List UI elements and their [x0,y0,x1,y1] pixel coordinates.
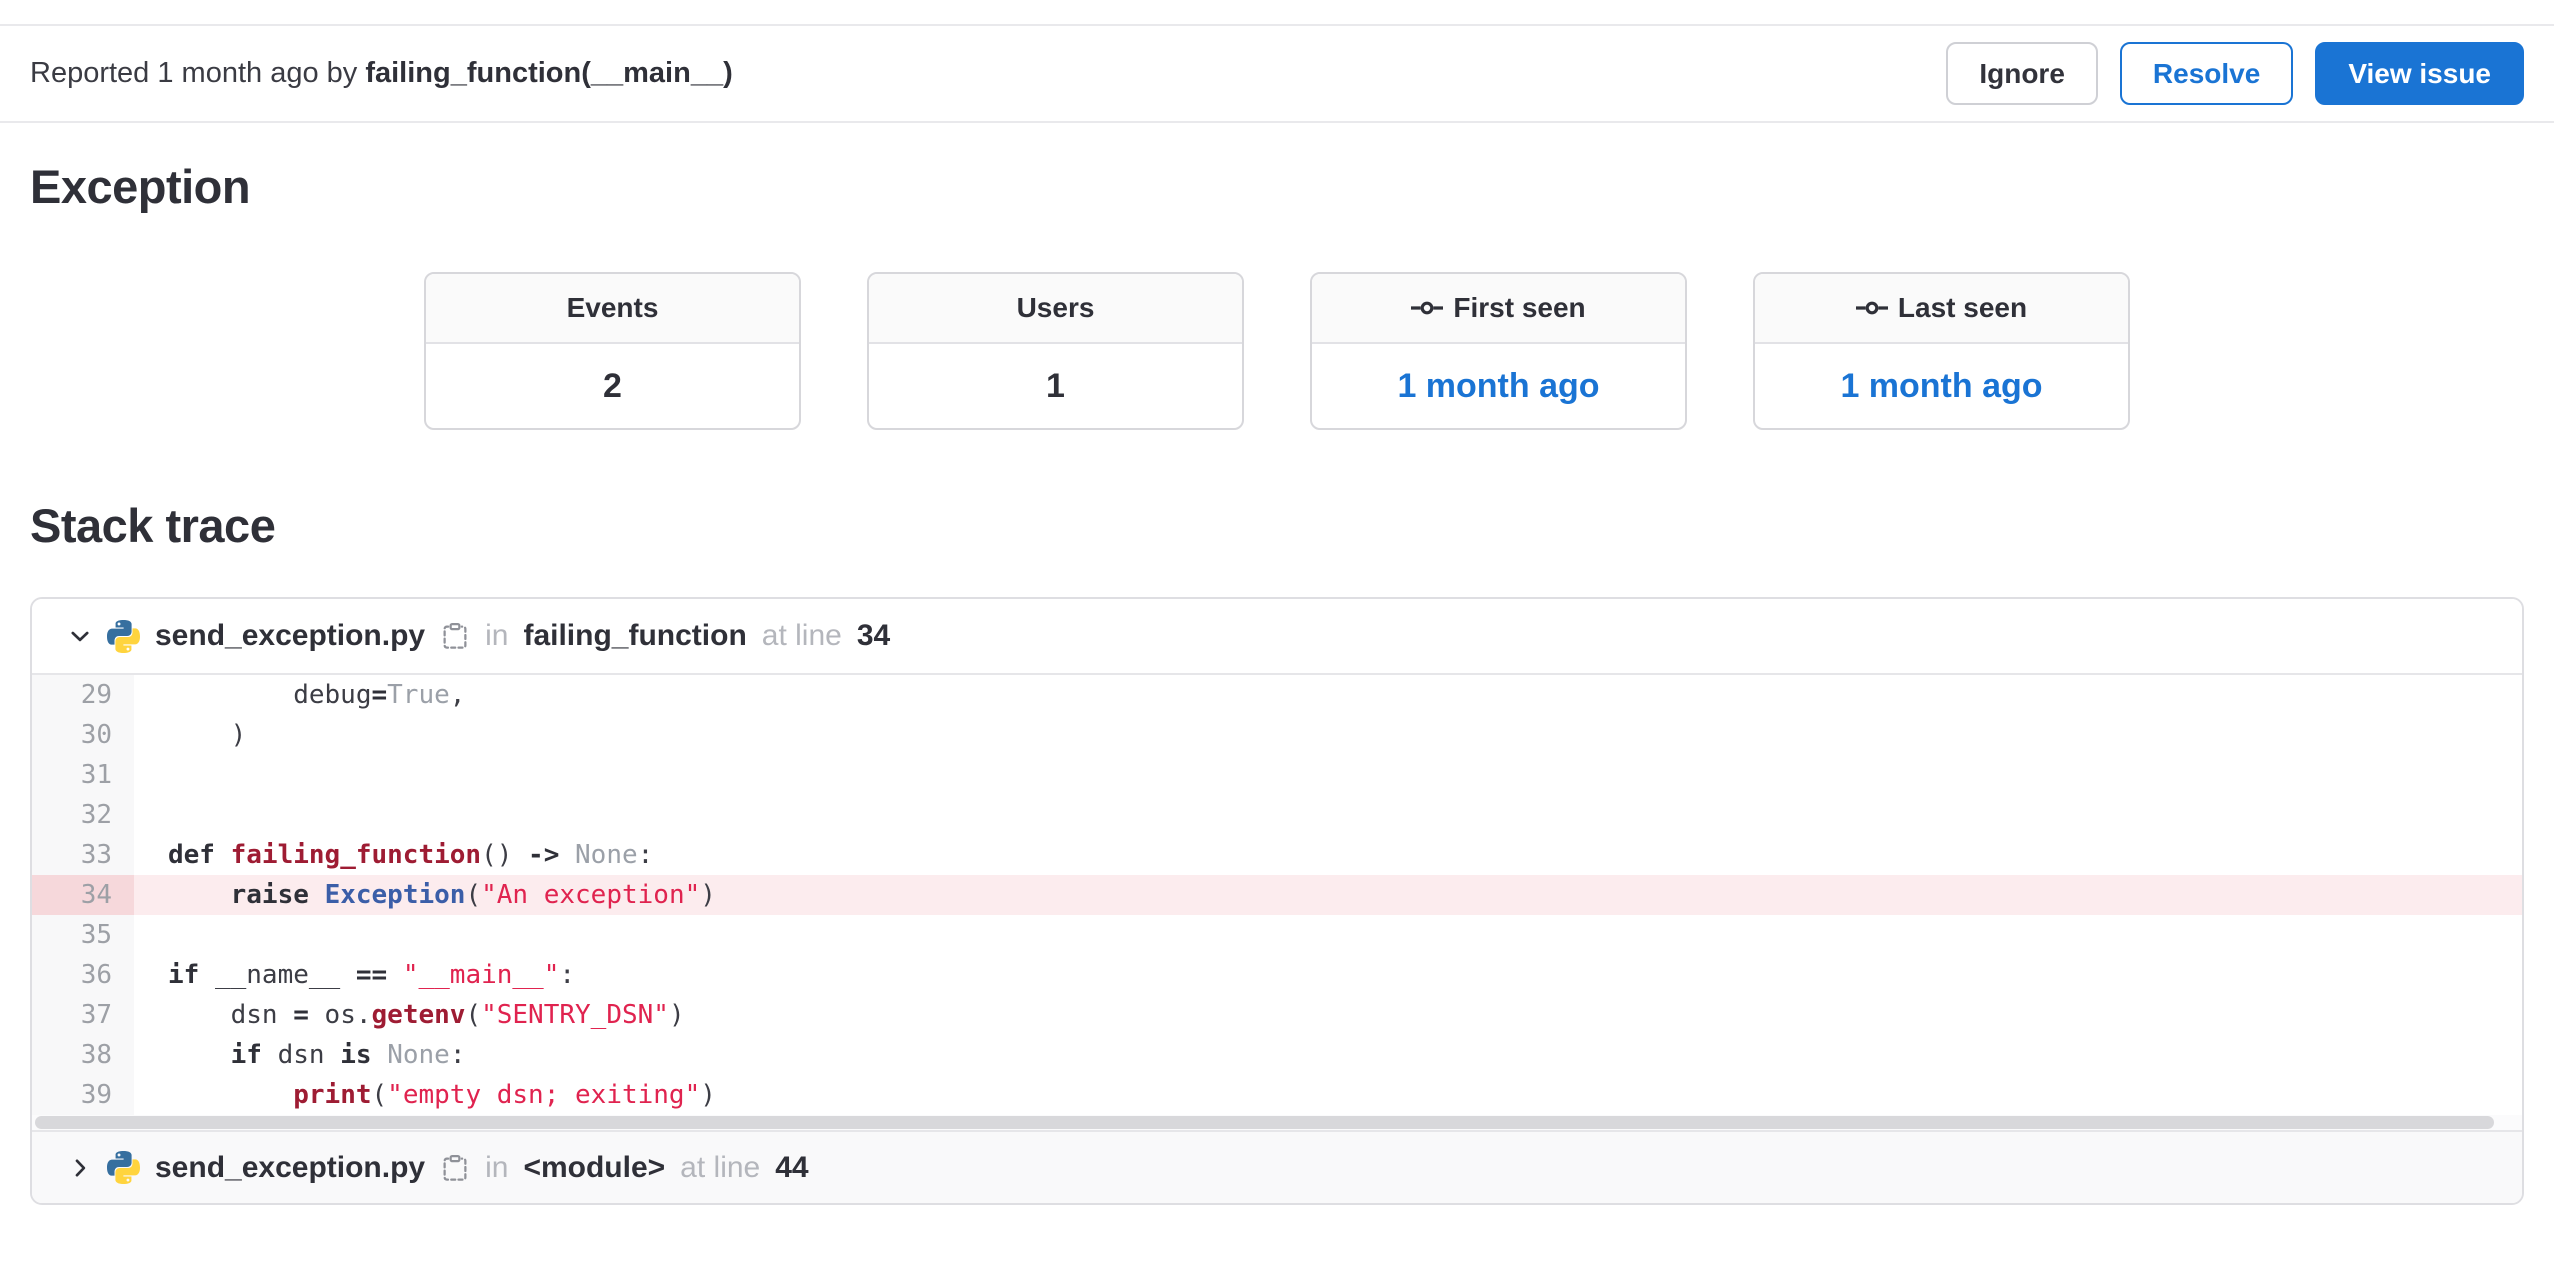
python-icon [107,1151,140,1184]
frame-line-number: 34 [856,619,891,652]
copy-icon[interactable] [440,1153,470,1183]
copy-icon[interactable] [440,621,470,651]
code-line: 37 dsn = os.getenv("SENTRY_DSN") [32,995,2522,1035]
stack-frame-header-expanded[interactable]: send_exception.py in failing_function at… [32,599,2522,675]
stat-value[interactable]: 1 month ago [1755,344,2128,428]
line-number: 30 [32,715,134,755]
stat-value: 2 [603,366,622,405]
stat-card: First seen 1 month ago [1310,272,1687,430]
code-line: 38 if dsn is None: [32,1035,2522,1075]
scrollbar-thumb[interactable] [35,1116,2494,1129]
code-line: 29 debug=True, [32,675,2522,715]
code-line: 36 if __name__ == "__main__": [32,955,2522,995]
stat-label: First seen [1453,292,1586,323]
frame-function: <module> [523,1150,666,1184]
stat-label: Last seen [1897,292,2028,323]
line-number: 29 [32,675,134,715]
code-line: 33 def failing_function() -> None: [32,835,2522,875]
stat-card: Users 1 [867,272,1244,430]
chevron-down-icon[interactable] [68,624,92,648]
stat-value: 1 [1046,366,1065,405]
line-number: 31 [32,755,134,795]
code-line: 30 ) [32,715,2522,755]
view-issue-button[interactable]: View issue [2315,42,2524,105]
reported-text: Reported 1 month ago by failing_function… [30,57,733,90]
code-line: 35 [32,915,2522,955]
stack-frame-header-collapsed[interactable]: send_exception.py in <module> at line 44 [32,1130,2522,1203]
code-text: debug=True, [168,680,466,710]
frame-at-label: at line [680,1150,761,1184]
code-line-highlighted: 34 raise Exception("An exception") [32,875,2522,915]
line-number: 36 [32,955,134,995]
code-text: def failing_function() -> None: [168,840,654,870]
line-number: 34 [32,875,134,915]
resolve-button[interactable]: Resolve [2119,42,2294,105]
stats-row: Events 2 Users 1 First seen 1 month ago [0,272,2554,430]
line-number: 38 [32,1035,134,1075]
code-line: 32 [32,795,2522,835]
exception-title: Exception [30,160,251,213]
frame-in-label: in [485,619,509,652]
stat-value[interactable]: 1 month ago [1312,344,1685,428]
stat-card-header: First seen [1312,274,1685,344]
code-block: 29 debug=True, 30 ) 31 32 33 def failing_func… [32,675,2522,1115]
line-number: 33 [32,835,134,875]
frame-function: failing_function [523,619,747,652]
stat-card-header: Users [869,274,1242,344]
frame-in-label: in [485,1150,509,1184]
stat-card-header: Last seen [1755,274,2128,344]
culprit: failing_function(__main__) [365,57,733,89]
code-text: print("empty dsn; exiting") [293,1080,716,1110]
frame-filename: send_exception.py [155,1150,426,1184]
code-text: dsn = os.getenv("SENTRY_DSN") [168,1000,685,1030]
report-header: Reported 1 month ago by failing_function… [0,26,2554,123]
commit-icon [1855,292,1888,324]
line-number: 39 [32,1075,134,1115]
code-text: if __name__ == "__main__": [168,960,576,990]
action-buttons: Ignore Resolve View issue [1946,42,2524,105]
commit-icon [1411,292,1444,324]
stat-card: Events 2 [424,272,801,430]
stat-card: Last seen 1 month ago [1753,272,2130,430]
frame-line-number: 44 [775,1150,809,1184]
code-text: raise Exception("An exception") [134,875,2522,915]
python-icon [107,619,140,653]
ignore-button[interactable]: Ignore [1946,42,2098,105]
line-number: 37 [32,995,134,1035]
stat-label: Events [566,292,659,323]
horizontal-scrollbar[interactable] [32,1115,2522,1130]
stack-trace-panel: send_exception.py in failing_function at… [30,597,2524,1205]
code-text: ) [168,720,247,750]
code-line: 39 print("empty dsn; exiting") [32,1075,2522,1115]
chevron-right-icon[interactable] [68,1156,92,1180]
line-number: 35 [32,915,134,955]
frame-at-label: at line [761,619,842,652]
frame-filename: send_exception.py [155,619,426,652]
reported-prefix: Reported 1 month ago by [30,57,358,89]
code-text: if dsn is None: [230,1040,466,1070]
line-number: 32 [32,795,134,835]
stat-card-header: Events [426,274,799,344]
code-line: 31 [32,755,2522,795]
stack-trace-title: Stack trace [30,499,276,552]
stat-label: Users [1016,292,1095,323]
